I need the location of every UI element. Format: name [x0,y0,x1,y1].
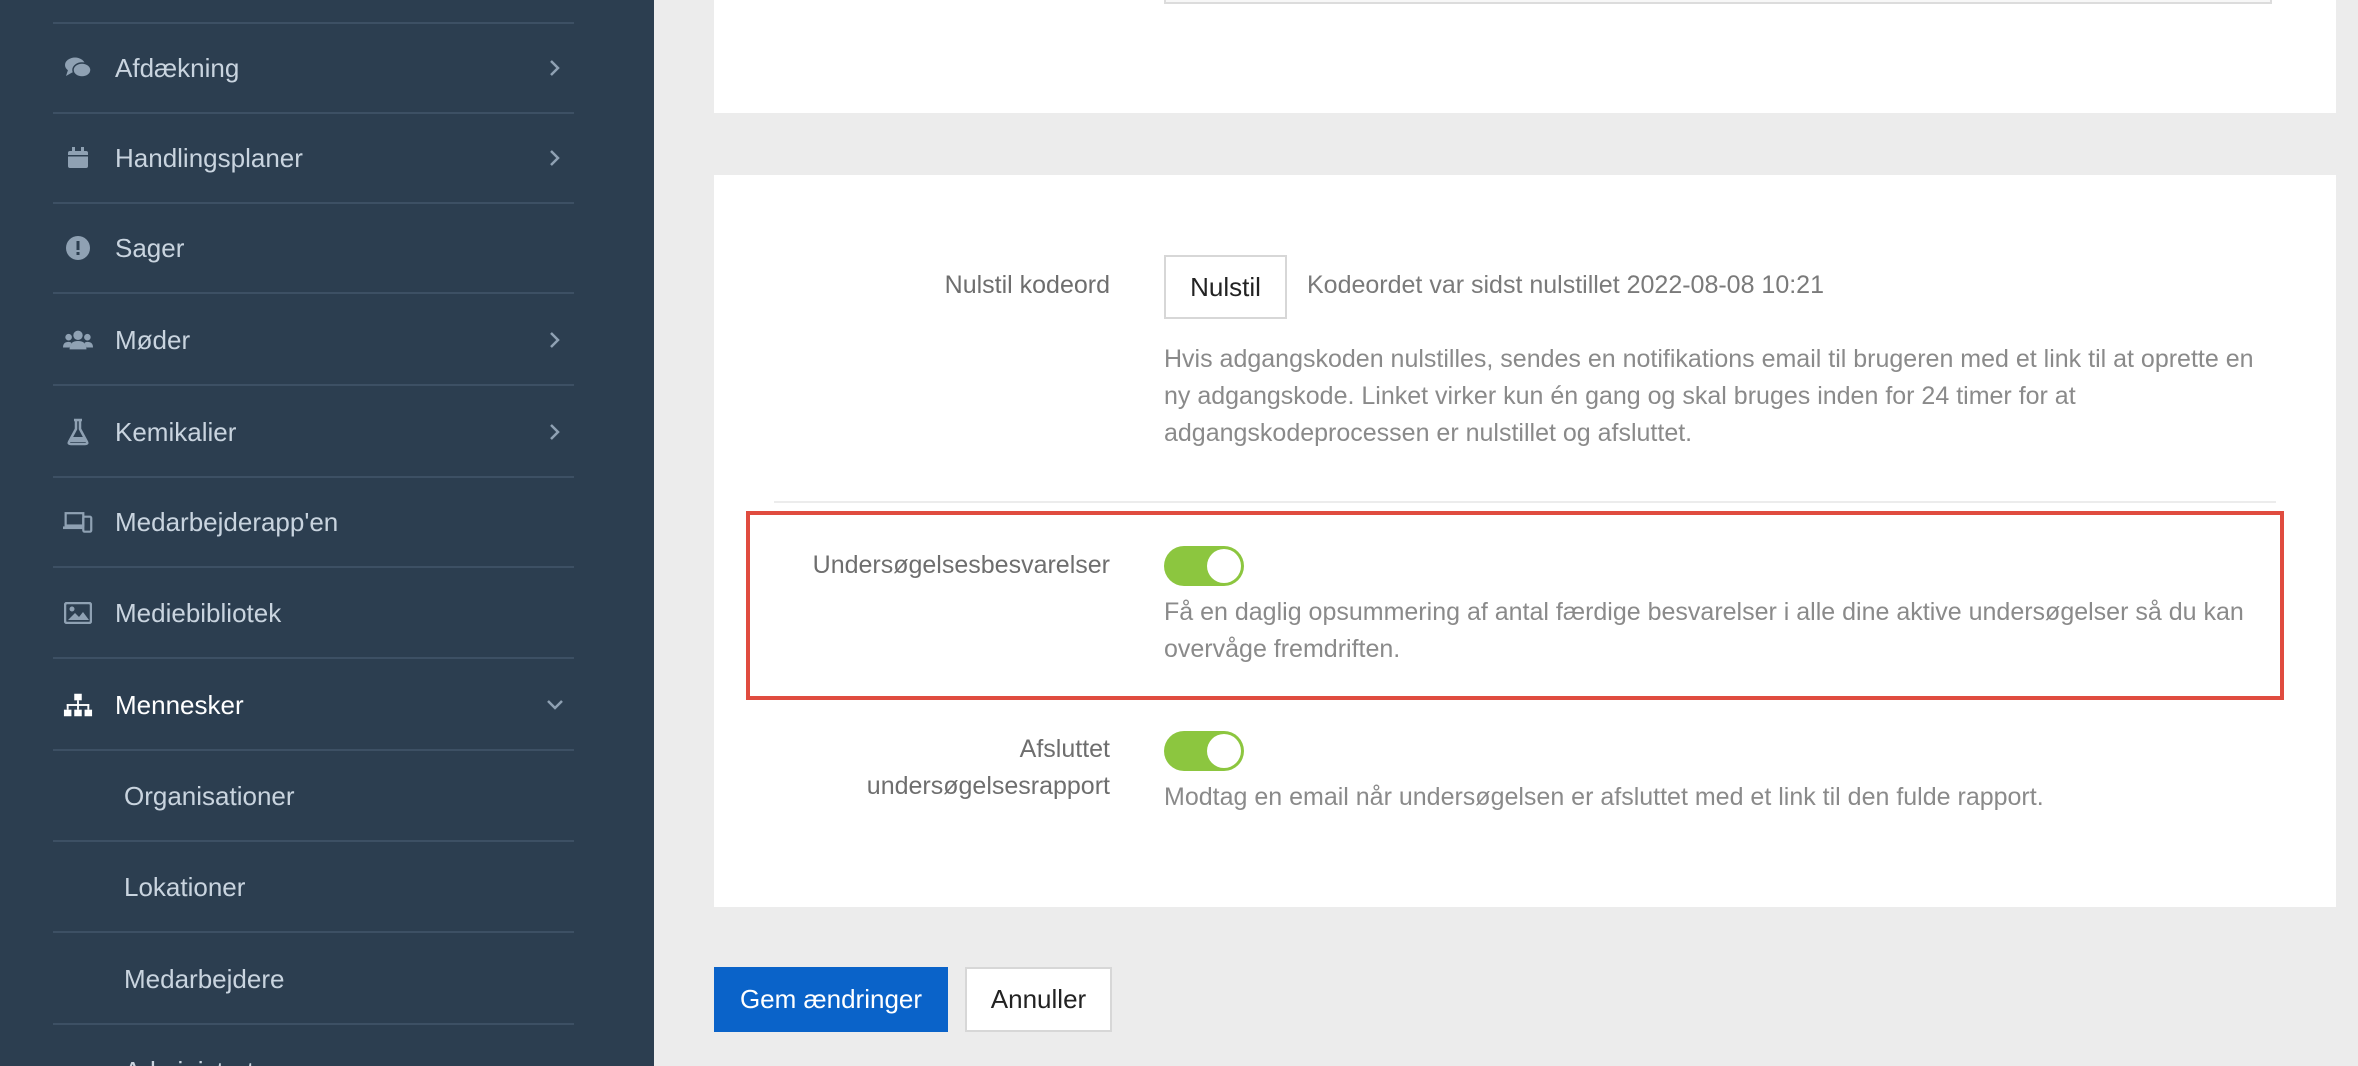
sidebar-item-label: Afdækning [115,52,240,83]
sidebar-item-sager[interactable]: Sager [53,204,574,294]
sidebar-subitem-label: Lokationer [124,871,246,902]
sidebar-item-medarbejderappen[interactable]: Medarbejderapp'en [53,478,574,568]
sidebar-item-label: Kemikalier [115,416,237,447]
chevron-right-icon [544,329,566,351]
toggle-knob [1207,734,1241,768]
password-reset-label: Nulstil kodeord [944,271,1110,299]
reset-password-button[interactable]: Nulstil [1164,255,1287,319]
sitemap-icon [63,690,93,720]
save-changes-button[interactable]: Gem ændringer [714,967,948,1032]
text-input[interactable] [1164,0,2272,4]
sidebar-item-handlingsplaner[interactable]: Handlingsplaner [53,114,574,204]
sidebar-subitem-label: Administratorer [124,1056,300,1066]
divider [774,501,2276,503]
chevron-right-icon [544,57,566,79]
image-icon [63,598,93,628]
survey-report-toggle[interactable] [1164,731,1244,771]
chevron-right-icon [544,421,566,443]
settings-card-top [714,0,2336,113]
sidebar: Afdækning Handlingsplaner Sager Møder Ke… [0,0,654,1066]
sidebar-item-kemikalier[interactable]: Kemikalier [53,388,574,478]
survey-report-label: Afsluttet undersøgelsesrapport [866,735,1110,800]
sidebar-item-label: Mennesker [115,689,244,720]
sidebar-item-label: Medarbejderapp'en [115,506,339,537]
survey-responses-toggle[interactable] [1164,546,1244,586]
users-icon [63,325,93,355]
sidebar-item-label: Handlingsplaner [115,142,303,173]
sidebar-item-mennesker[interactable]: Mennesker [53,661,574,751]
sidebar-subitem-label: Organisationer [124,780,295,811]
sidebar-item-label: Mediebibliotek [115,597,282,628]
sidebar-item-afdaekning[interactable]: Afdækning [53,24,574,114]
toggle-knob [1207,549,1241,583]
survey-responses-help: Få en daglig opsummering af antal færdig… [1164,598,2244,663]
devices-icon [63,507,93,537]
comments-icon [63,53,93,83]
sidebar-item-label: Møder [115,324,191,355]
password-reset-help: Hvis adgangskoden nulstilles, sendes en … [1164,345,2254,447]
sidebar-subitem-medarbejdere[interactable]: Medarbejdere [53,935,574,1025]
notification-settings-card: Nulstil kodeord Nulstil Kodeordet var si… [714,175,2336,907]
sidebar-item-label: Sager [115,232,185,263]
sidebar-subitem-label: Medarbejdere [124,963,285,994]
password-reset-status: Kodeordet var sidst nulstillet 2022-08-0… [1307,271,1824,299]
cancel-button[interactable]: Annuller [965,967,1112,1032]
survey-responses-label: Undersøgelsesbesvarelser [812,551,1110,579]
sidebar-item-mediebibliotek[interactable]: Mediebibliotek [53,569,574,659]
chevron-down-icon [544,694,566,716]
sidebar-subitem-administratorer[interactable]: Administratorer [53,1026,574,1066]
chevron-right-icon [544,147,566,169]
sidebar-subitem-organisationer[interactable]: Organisationer [53,752,574,842]
calendar-icon [63,143,93,173]
exclamation-circle-icon [63,233,93,263]
flask-icon [63,417,93,447]
sidebar-item-moeder[interactable]: Møder [53,296,574,386]
survey-report-help: Modtag en email når undersøgelsen er afs… [1164,783,2044,811]
sidebar-subitem-lokationer[interactable]: Lokationer [53,843,574,933]
